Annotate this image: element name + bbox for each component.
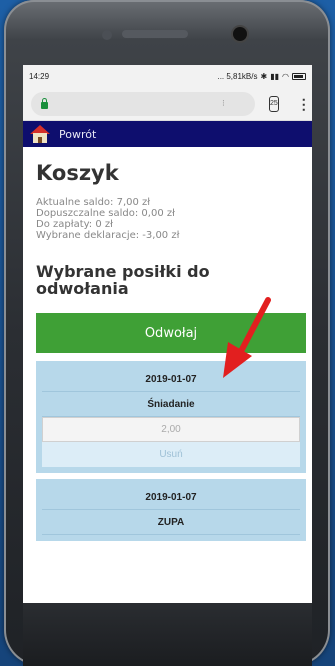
meal-price: 2,00 [42,417,300,442]
meal-item: 2019-01-07 ZUPA [36,479,306,541]
meal-item: 2019-01-07 Śniadanie 2,00 Usuń [36,361,306,473]
url-more-icon: ⁝ [222,98,225,108]
status-time: 14:29 [29,71,50,81]
speaker-grille [122,30,188,38]
sensor-icon [102,30,112,40]
page-title: Koszyk [36,161,119,185]
meal-date: 2019-01-07 [42,485,300,510]
battery-icon [292,72,306,80]
lock-icon [41,97,48,109]
home-icon[interactable] [29,125,51,143]
front-camera-icon [233,27,247,41]
status-bar: 14:29 ... 5,81kB/s ✱ ▮▮ ◠ [23,65,312,87]
network-speed: ... 5,81kB/s [217,71,258,81]
balance-info: Aktualne saldo: 7,00 zł Dopuszczalne sal… [36,197,312,241]
meal-name: ZUPA [42,510,300,535]
signal-icon: ▮▮ [270,71,280,81]
amount-due: Do zapłaty: 0 zł [36,219,113,230]
meal-name: Śniadanie [42,392,300,417]
phone-bezel-bottom [23,603,312,666]
allowed-balance: Dopuszczalne saldo: 0,00 zł [36,208,175,219]
cart-content: Koszyk Aktualne saldo: 7,00 zł Dopuszcza… [23,147,312,541]
back-link[interactable]: Powrót [59,128,96,141]
cancel-meals-button[interactable]: Odwołaj [36,313,306,353]
remove-meal-button[interactable]: Usuń [42,442,300,467]
tabs-button[interactable]: 25 [269,95,279,112]
status-indicators: ... 5,81kB/s ✱ ▮▮ ◠ [217,72,306,81]
selected-declarations: Wybrane deklaracje: -3,00 zł [36,230,180,241]
current-balance: Aktualne saldo: 7,00 zł [36,197,151,208]
section-title: Wybrane posiłki do odwołania [36,262,210,298]
top-navbar: Powrót [23,121,312,147]
wifi-icon: ◠ [282,71,289,81]
meal-date: 2019-01-07 [42,367,300,392]
browser-toolbar: ⁝ 25 ⋮ [23,87,312,121]
meal-list: 2019-01-07 Śniadanie 2,00 Usuń 2019-01-0… [36,361,306,541]
screen: 14:29 ... 5,81kB/s ✱ ▮▮ ◠ ⁝ 25 ⋮ Powrót … [23,65,312,608]
menu-button[interactable]: ⋮ [297,97,311,111]
bluetooth-icon: ✱ [260,71,268,81]
url-field[interactable]: ⁝ [31,91,255,116]
